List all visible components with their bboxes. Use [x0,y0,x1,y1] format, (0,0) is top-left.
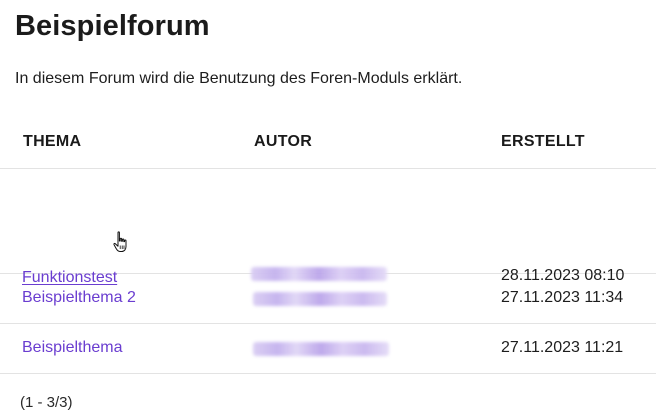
topic-link[interactable]: Beispielthema [22,337,123,359]
page-description: In diesem Forum wird die Benutzung des F… [15,70,463,87]
column-header-thema[interactable]: THEMA [23,131,81,153]
table-row: Beispielthema 27.11.2023 11:21 [0,324,656,374]
hand-pointer-icon [113,231,127,252]
table-header: THEMA AUTOR ERSTELLT [0,114,656,169]
column-header-erstellt[interactable]: ERSTELLT [501,131,585,153]
table-row: Funktionstest 28.11.2023 08:10 [0,169,656,286]
created-date: 27.11.2023 11:34 [501,289,624,306]
page-title: Beispielforum [15,10,210,42]
topics-table: THEMA AUTOR ERSTELLT Funktionstest 28.11… [0,114,656,374]
table-row: Beispielthema 2 27.11.2023 11:34 [0,274,656,324]
column-header-autor[interactable]: AUTOR [254,131,312,153]
created-date: 27.11.2023 11:21 [501,339,624,356]
author-name-redacted[interactable] [253,292,387,306]
pagination-info: (1 - 3/3) [20,394,73,411]
topic-link[interactable]: Beispielthema 2 [22,287,136,309]
author-name-redacted[interactable] [253,342,389,356]
